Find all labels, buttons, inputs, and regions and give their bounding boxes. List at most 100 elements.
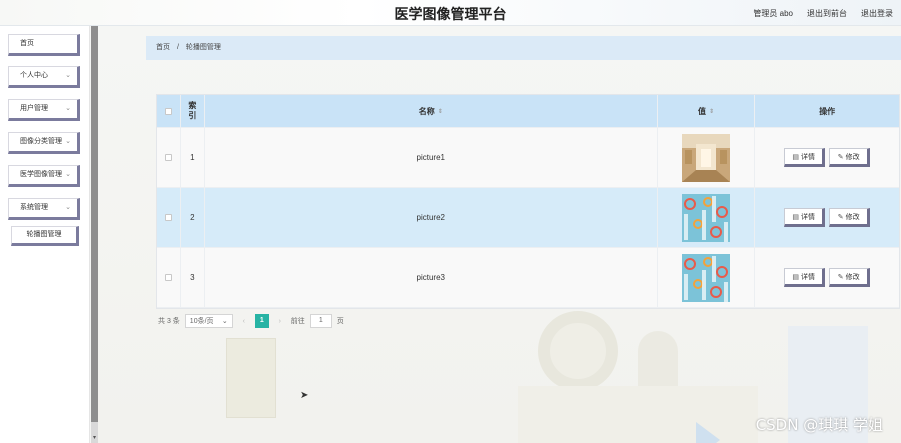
detail-icon: ▤ <box>792 153 799 161</box>
row-name-value: picture1 <box>416 153 445 162</box>
row-index-value: 3 <box>190 273 195 282</box>
column-header-index: 索引 <box>181 95 205 127</box>
edit-icon: ✎ <box>837 213 844 221</box>
row-name-value: picture3 <box>416 273 445 282</box>
table-header-row: 索引 名称 ⇕ 值 ⇕ 操作 <box>157 95 899 128</box>
row-index-value: 1 <box>190 153 195 162</box>
sidebar-item-home[interactable]: 首页 <box>8 34 80 56</box>
sidebar-subitem-carousel[interactable]: 轮播图管理 <box>11 226 79 246</box>
column-header-label: 名称 <box>418 106 435 116</box>
row-name: picture1 <box>205 128 658 187</box>
hallway-image <box>682 133 731 182</box>
edit-button-label: 修改 <box>845 273 860 281</box>
detail-icon: ▤ <box>792 213 799 221</box>
row-check-cell <box>157 188 181 247</box>
exit-to-frontend-link[interactable]: 退出到前台 <box>807 8 847 19</box>
select-all-checkbox[interactable] <box>164 107 172 115</box>
row-checkbox[interactable] <box>164 274 172 281</box>
background-decoration <box>518 386 758 443</box>
play-triangle-decoration <box>696 422 720 443</box>
sidebar-item-label: 用户管理 <box>20 105 48 112</box>
row-image-cell <box>658 248 756 307</box>
sidebar-subitem-label: 轮播图管理 <box>26 231 62 238</box>
scrollbar-thumb[interactable] <box>91 26 98 422</box>
sidebar-item-label: 系统管理 <box>20 204 48 211</box>
chevron-down-icon: ⌄ <box>65 138 71 145</box>
breadcrumb-home[interactable]: 首页 <box>156 44 170 51</box>
detail-button-label: 详情 <box>801 273 815 281</box>
table-row[interactable]: 1 picture1 ▤ 详情 ✎ 修改 <box>157 128 899 188</box>
row-index: 1 <box>181 128 205 187</box>
abstract-shapes-image <box>682 253 731 302</box>
breadcrumb-current: 轮播图管理 <box>185 44 221 51</box>
detail-button[interactable]: ▤ 详情 <box>784 148 826 167</box>
scroll-down-arrow-icon[interactable]: ▾ <box>91 434 98 441</box>
chevron-up-icon: ⌄ <box>65 204 71 211</box>
row-check-cell <box>157 248 181 307</box>
pagination-total: 共 3 条 <box>158 318 180 325</box>
row-actions: ▤ 详情 ✎ 修改 <box>755 248 899 307</box>
background-decoration <box>538 311 618 391</box>
column-header-label: 操作 <box>819 106 836 116</box>
sidebar-item-system[interactable]: 系统管理 ⌄ <box>8 198 80 220</box>
detail-button-label: 详情 <box>801 213 815 221</box>
row-checkbox[interactable] <box>164 154 172 161</box>
row-name-value: picture2 <box>416 213 445 222</box>
sidebar-item-image-category[interactable]: 图像分类管理 ⌄ <box>8 132 80 154</box>
row-check-cell <box>157 128 181 187</box>
mouse-cursor-icon: ➤ <box>300 390 309 401</box>
chevron-down-icon: ⌄ <box>65 105 71 112</box>
column-header-actions: 操作 <box>755 95 899 127</box>
sidebar-item-user-management[interactable]: 用户管理 ⌄ <box>8 99 80 121</box>
column-header-label: 值 <box>698 106 706 116</box>
column-header-name[interactable]: 名称 ⇕ <box>205 95 658 127</box>
detail-button-label: 详情 <box>801 153 815 161</box>
edit-button[interactable]: ✎ 修改 <box>829 208 871 227</box>
watermark: CSDN @琪琪 学姐 <box>755 416 883 434</box>
sidebar-item-label: 图像分类管理 <box>20 138 62 145</box>
column-header-value[interactable]: 值 ⇕ <box>658 95 756 127</box>
goto-page-input[interactable]: 1 <box>309 314 332 328</box>
row-image-cell <box>658 128 756 187</box>
row-actions: ▤ 详情 ✎ 修改 <box>755 128 899 187</box>
breadcrumb: 首页 / 轮播图管理 <box>146 36 901 60</box>
column-header-label: 索引 <box>188 101 197 120</box>
detail-icon: ▤ <box>792 273 799 281</box>
sidebar-item-personal-center[interactable]: 个人中心 ⌄ <box>8 66 80 88</box>
row-image-cell <box>658 188 756 247</box>
abstract-shapes-image <box>682 193 731 242</box>
next-page-icon[interactable]: › <box>274 318 286 325</box>
current-user: 管理员 abo <box>753 9 793 18</box>
logout-link[interactable]: 退出登录 <box>861 8 893 19</box>
detail-button[interactable]: ▤ 详情 <box>784 208 826 227</box>
main-content: 首页 / 轮播图管理 索引 名称 ⇕ 值 ⇕ 操作 1 picture1 ▤ 详… <box>98 26 901 443</box>
row-index: 3 <box>181 248 205 307</box>
top-header: 医学图像管理平台 管理员 abo 退出到前台 退出登录 <box>0 0 901 26</box>
row-name: picture2 <box>205 188 658 247</box>
current-page-number[interactable]: 1 <box>254 314 269 328</box>
detail-button[interactable]: ▤ 详情 <box>784 268 826 287</box>
prev-page-icon[interactable]: ‹ <box>238 318 250 325</box>
sidebar-item-medical-image[interactable]: 医学图像管理 ⌄ <box>8 165 80 187</box>
sort-icon[interactable]: ⇕ <box>709 108 714 115</box>
select-all-cell <box>157 95 181 127</box>
sidebar-scrollbar[interactable]: ▾ <box>91 26 98 443</box>
table-row[interactable]: 2 picture2 ▤ 详情 ✎ 修改 <box>157 188 899 248</box>
data-table: 索引 名称 ⇕ 值 ⇕ 操作 1 picture1 ▤ 详情 ✎ 修改 2 pi… <box>156 94 900 309</box>
sidebar-item-label: 医学图像管理 <box>20 171 62 178</box>
goto-label: 前往 <box>290 318 305 325</box>
edit-button-label: 修改 <box>845 213 860 221</box>
page-size-select[interactable]: 10条/页 ⌄ <box>184 314 233 328</box>
row-index-value: 2 <box>190 213 195 222</box>
chevron-down-icon: ⌄ <box>221 318 228 325</box>
background-decoration <box>226 338 276 418</box>
header-links: 管理员 abo 退出到前台 退出登录 <box>753 8 893 19</box>
edit-button[interactable]: ✎ 修改 <box>829 148 871 167</box>
chevron-down-icon: ⌄ <box>65 72 71 79</box>
table-row[interactable]: 3 picture3 ▤ 详情 ✎ 修改 <box>157 248 899 308</box>
page-size-value: 10条/页 <box>189 318 214 325</box>
edit-button[interactable]: ✎ 修改 <box>829 268 871 287</box>
sort-icon[interactable]: ⇕ <box>438 108 443 115</box>
row-checkbox[interactable] <box>164 214 172 221</box>
chevron-down-icon: ⌄ <box>65 171 71 178</box>
